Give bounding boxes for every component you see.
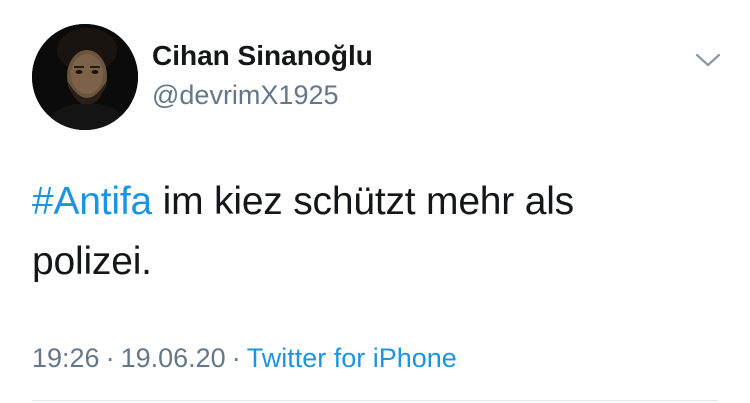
tweet: Cihan Sinanoğlu @devrimX1925 #Antifa im … <box>0 0 750 403</box>
meta-separator: · <box>231 343 241 373</box>
hashtag-link[interactable]: #Antifa <box>32 180 152 223</box>
tweet-text: #Antifa im kiez schützt mehr als polizei… <box>32 172 692 292</box>
tweet-meta: 19:26 · 19.06.20 · Twitter for iPhone <box>32 340 457 376</box>
divider <box>32 400 718 401</box>
meta-separator: · <box>105 343 115 373</box>
tweet-source-link[interactable]: Twitter for iPhone <box>247 343 457 373</box>
avatar[interactable] <box>32 24 138 130</box>
author-handle[interactable]: @devrimX1925 <box>152 78 339 112</box>
chevron-down-icon[interactable] <box>692 46 724 74</box>
avatar-photo <box>32 24 138 130</box>
tweet-date[interactable]: 19.06.20 <box>121 343 226 373</box>
author-display-name[interactable]: Cihan Sinanoğlu <box>152 39 373 73</box>
tweet-time: 19:26 <box>32 343 100 373</box>
